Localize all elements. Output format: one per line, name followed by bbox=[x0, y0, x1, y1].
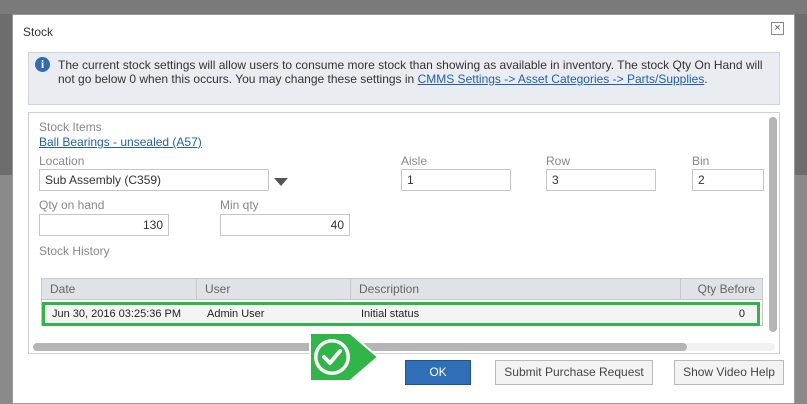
cell-qty-before: 0 bbox=[738, 308, 745, 320]
stock-form-panel: Stock Items Ball Bearings - unsealed (A5… bbox=[28, 112, 780, 354]
table-header: Date User Description Qty Before bbox=[42, 279, 762, 300]
checkmark-icon bbox=[309, 332, 380, 382]
qty-on-hand-label: Qty on hand bbox=[39, 198, 105, 212]
info-banner: i The current stock settings will allow … bbox=[28, 52, 780, 105]
aisle-label: Aisle bbox=[401, 154, 428, 168]
vertical-scroll-thumb[interactable] bbox=[769, 117, 777, 332]
stock-history-label: Stock History bbox=[39, 244, 110, 258]
cell-date: Jun 30, 2016 03:25:36 PM bbox=[52, 308, 182, 320]
stock-items-label: Stock Items bbox=[39, 120, 102, 134]
column-header-user[interactable]: User bbox=[197, 279, 351, 300]
stock-history-table: Date User Description Qty Before Jun 30,… bbox=[41, 278, 763, 326]
row-label: Row bbox=[546, 154, 571, 168]
column-header-description[interactable]: Description bbox=[351, 279, 681, 300]
chevron-down-icon[interactable] bbox=[274, 178, 288, 186]
column-header-date[interactable]: Date bbox=[42, 279, 197, 300]
location-label: Location bbox=[39, 154, 85, 168]
cell-user: Admin User bbox=[207, 308, 265, 320]
info-text-after: . bbox=[704, 72, 708, 86]
table-row[interactable]: Jun 30, 2016 03:25:36 PM Admin User Init… bbox=[42, 302, 760, 326]
vertical-scrollbar[interactable] bbox=[769, 117, 777, 332]
min-qty-label: Min qty bbox=[220, 198, 259, 212]
info-icon: i bbox=[35, 57, 50, 72]
ok-button[interactable]: OK bbox=[405, 360, 471, 385]
dialog-titlebar: Stock × bbox=[13, 15, 794, 49]
column-header-qty-before[interactable]: Qty Before bbox=[681, 279, 763, 300]
location-field[interactable] bbox=[39, 169, 269, 191]
stock-item-link[interactable]: Ball Bearings - unsealed (A57) bbox=[39, 135, 202, 149]
bin-label: Bin bbox=[692, 154, 710, 168]
aisle-field[interactable] bbox=[401, 169, 511, 191]
qty-on-hand-field[interactable] bbox=[39, 214, 169, 236]
row-field[interactable] bbox=[546, 169, 656, 191]
bin-field[interactable] bbox=[692, 169, 764, 191]
close-button[interactable]: × bbox=[771, 22, 784, 35]
settings-link[interactable]: CMMS Settings -> Asset Categories -> Par… bbox=[418, 72, 705, 86]
background-cell-left bbox=[0, 175, 12, 404]
show-video-help-button[interactable]: Show Video Help bbox=[674, 360, 784, 385]
stock-dialog: Stock × i The current stock settings wil… bbox=[12, 14, 795, 404]
background-strip bbox=[0, 0, 807, 14]
min-qty-field[interactable] bbox=[220, 214, 350, 236]
submit-purchase-request-button[interactable]: Submit Purchase Request bbox=[495, 360, 653, 385]
cell-description: Initial status bbox=[361, 308, 420, 320]
horizontal-scrollbar[interactable] bbox=[33, 343, 775, 351]
info-message: The current stock settings will allow us… bbox=[58, 58, 768, 86]
dialog-title: Stock bbox=[23, 25, 54, 39]
